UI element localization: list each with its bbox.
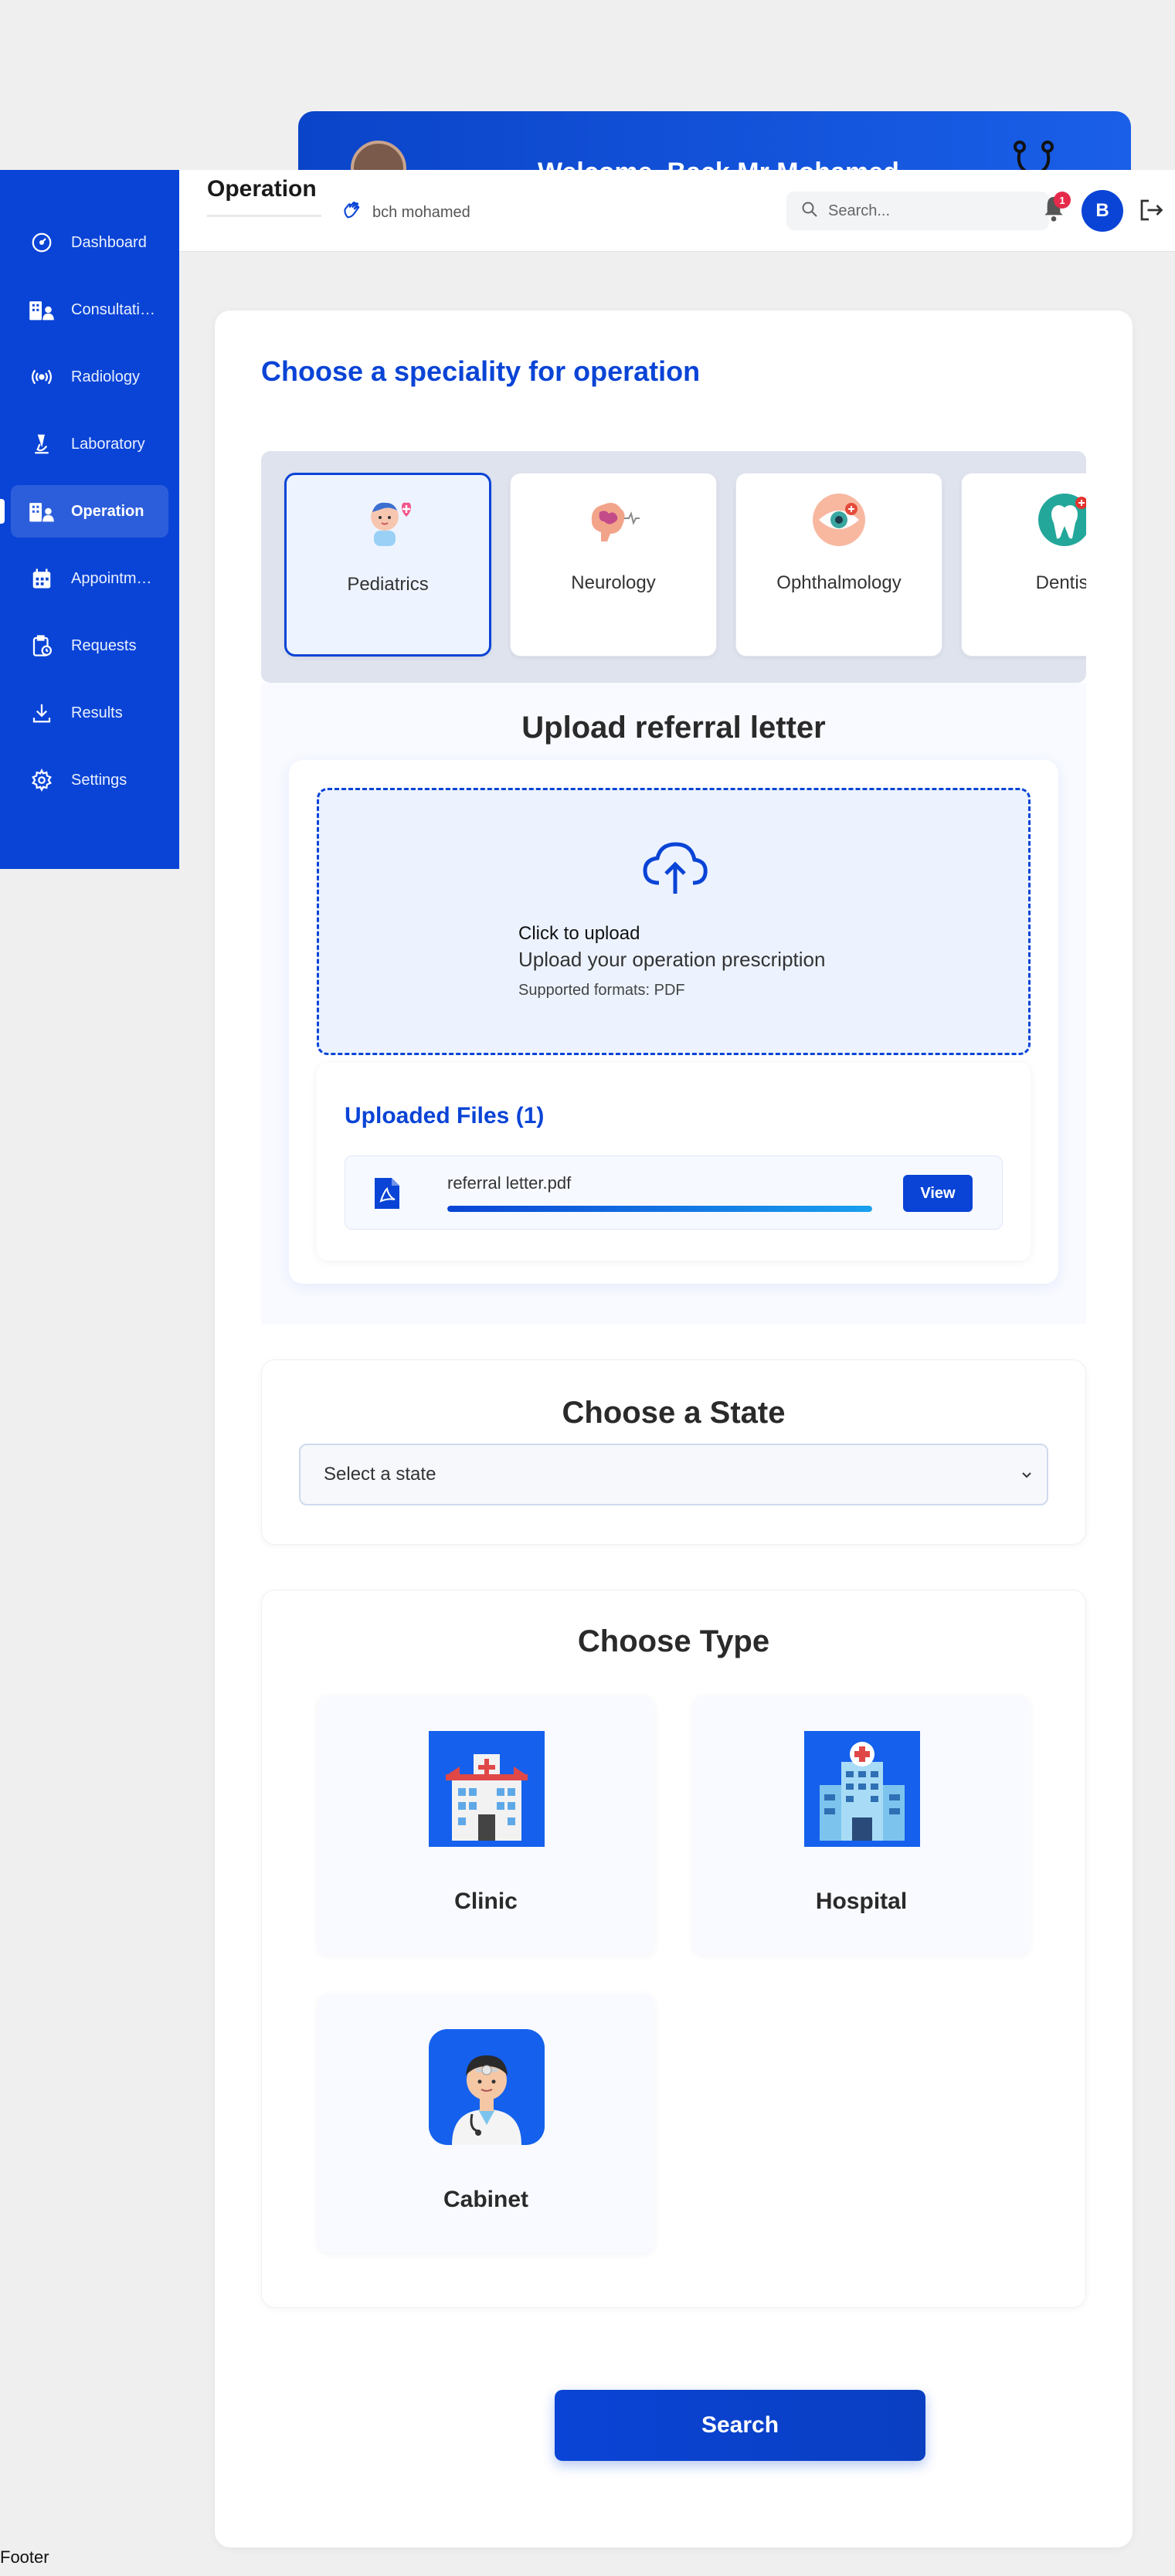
user-avatar-button[interactable]: B <box>1082 190 1123 232</box>
sidebar-item-dashboard[interactable]: Dashboard <box>11 216 168 269</box>
file-progress-fill <box>447 1206 872 1212</box>
sidebar-item-label: Laboratory <box>71 435 145 453</box>
file-name: referral letter.pdf <box>447 1173 572 1193</box>
doctor-icon <box>429 2029 545 2145</box>
title-underline <box>207 215 321 217</box>
search-input[interactable] <box>828 202 1014 220</box>
gear-icon <box>28 766 56 794</box>
hospital-building-icon <box>804 1731 920 1847</box>
sidebar-item-requests[interactable]: Requests <box>11 619 168 672</box>
state-title: Choose a State <box>562 1396 786 1430</box>
eye-icon <box>813 494 865 546</box>
type-title: Choose Type <box>577 1624 770 1658</box>
page-title: Operation <box>207 176 317 202</box>
baby-heart-icon <box>371 502 411 546</box>
type-label: Hospital <box>815 1889 908 1914</box>
upload-formats-text: Supported formats: PDF <box>518 982 685 999</box>
speciality-carousel[interactable]: Pediatrics Neurology Ophthalmology Denti… <box>261 451 1086 683</box>
sidebar-item-laboratory[interactable]: Laboratory <box>11 418 168 470</box>
upload-main-text: Upload your operation prescription <box>518 948 826 971</box>
logout-icon[interactable] <box>1137 196 1165 224</box>
type-tile-clinic[interactable]: Clinic <box>318 1695 654 1955</box>
building-user-icon <box>28 296 56 324</box>
sidebar-item-label: Operation <box>71 502 144 520</box>
speciality-card-pediatrics[interactable]: Pediatrics <box>284 473 491 657</box>
type-label: Cabinet <box>443 2187 528 2212</box>
type-section: Choose Type Clinic Hospital Cabinet <box>261 1590 1086 2308</box>
gauge-icon <box>28 229 56 256</box>
notification-badge: 1 <box>1054 192 1071 209</box>
upload-card: Click to upload Upload your operation pr… <box>289 760 1058 1284</box>
clipboard-clock-icon <box>28 632 56 660</box>
state-select-value: Select a state <box>324 1464 436 1485</box>
speciality-card-ophthalmology[interactable]: Ophthalmology <box>735 473 942 657</box>
uploaded-files-title: Uploaded Files (1) <box>345 1103 545 1128</box>
speciality-heading: Choose a speciality for operation <box>261 355 701 387</box>
radio-waves-icon <box>28 363 56 391</box>
type-tile-cabinet[interactable]: Cabinet <box>318 1994 654 2253</box>
footer: Footer <box>0 2547 49 2567</box>
cloud-upload-icon <box>643 842 708 894</box>
user-name: bch mohamed <box>372 203 470 221</box>
sidebar-item-radiology[interactable]: Radiology <box>11 351 168 403</box>
sidebar-item-label: Results <box>71 704 123 721</box>
search-button[interactable]: Search <box>555 2390 925 2461</box>
download-icon <box>28 699 56 727</box>
view-file-button[interactable]: View <box>903 1175 973 1212</box>
clinic-building-icon <box>429 1731 545 1847</box>
sidebar-item-label: Appointments <box>71 569 156 587</box>
state-select[interactable]: Select a state <box>299 1444 1048 1505</box>
speciality-card-dentist[interactable]: Dentist <box>961 473 1086 657</box>
pdf-file-icon <box>375 1178 399 1209</box>
speciality-label: Pediatrics <box>347 574 429 595</box>
sidebar-item-operation[interactable]: Operation <box>0 485 168 538</box>
sidebar: Dashboard Consultations Radiology Labora… <box>0 170 179 869</box>
sidebar-item-label: Settings <box>71 771 127 789</box>
main-card: Choose a speciality for operation Pediat… <box>215 311 1133 2547</box>
user-chip[interactable]: bch mohamed <box>341 199 470 226</box>
search-icon <box>800 200 819 222</box>
uploaded-files-card: Uploaded Files (1) referral letter.pdf V… <box>317 1063 1031 1261</box>
sidebar-item-settings[interactable]: Settings <box>11 754 168 806</box>
waving-hand-icon <box>341 199 363 226</box>
tooth-icon <box>1038 494 1086 546</box>
calendar-icon <box>28 565 56 592</box>
sidebar-item-label: Radiology <box>71 368 140 385</box>
sidebar-item-label: Consultations <box>71 300 156 318</box>
type-tile-hospital[interactable]: Hospital <box>693 1695 1030 1955</box>
sidebar-item-label: Requests <box>71 636 137 654</box>
file-row: referral letter.pdf View <box>345 1156 1003 1230</box>
upload-click-text: Click to upload <box>518 923 640 944</box>
top-header: Operation bch mohamed 1 B <box>179 170 1175 252</box>
building-user-icon <box>28 497 56 525</box>
speciality-label: Dentist <box>1035 572 1086 593</box>
type-label: Clinic <box>454 1889 518 1914</box>
sidebar-item-results[interactable]: Results <box>11 687 168 739</box>
sidebar-item-label: Dashboard <box>71 233 147 251</box>
sidebar-item-appointments[interactable]: Appointments <box>11 552 168 605</box>
speciality-label: Neurology <box>571 572 656 593</box>
chevron-down-icon <box>1022 1472 1031 1478</box>
upload-title: Upload referral letter <box>521 711 826 745</box>
upload-dropzone[interactable]: Click to upload Upload your operation pr… <box>317 788 1031 1055</box>
speciality-label: Ophthalmology <box>776 572 902 593</box>
microscope-icon <box>28 430 56 458</box>
speciality-card-neurology[interactable]: Neurology <box>510 473 717 657</box>
file-progress-bar <box>447 1206 872 1212</box>
sidebar-item-consultations[interactable]: Consultations <box>11 283 168 336</box>
search-box[interactable] <box>786 192 1049 230</box>
state-section: Choose a State Select a state <box>261 1359 1086 1545</box>
upload-section: Upload referral letter Click to upload U… <box>261 683 1086 1324</box>
brain-icon <box>591 503 640 541</box>
